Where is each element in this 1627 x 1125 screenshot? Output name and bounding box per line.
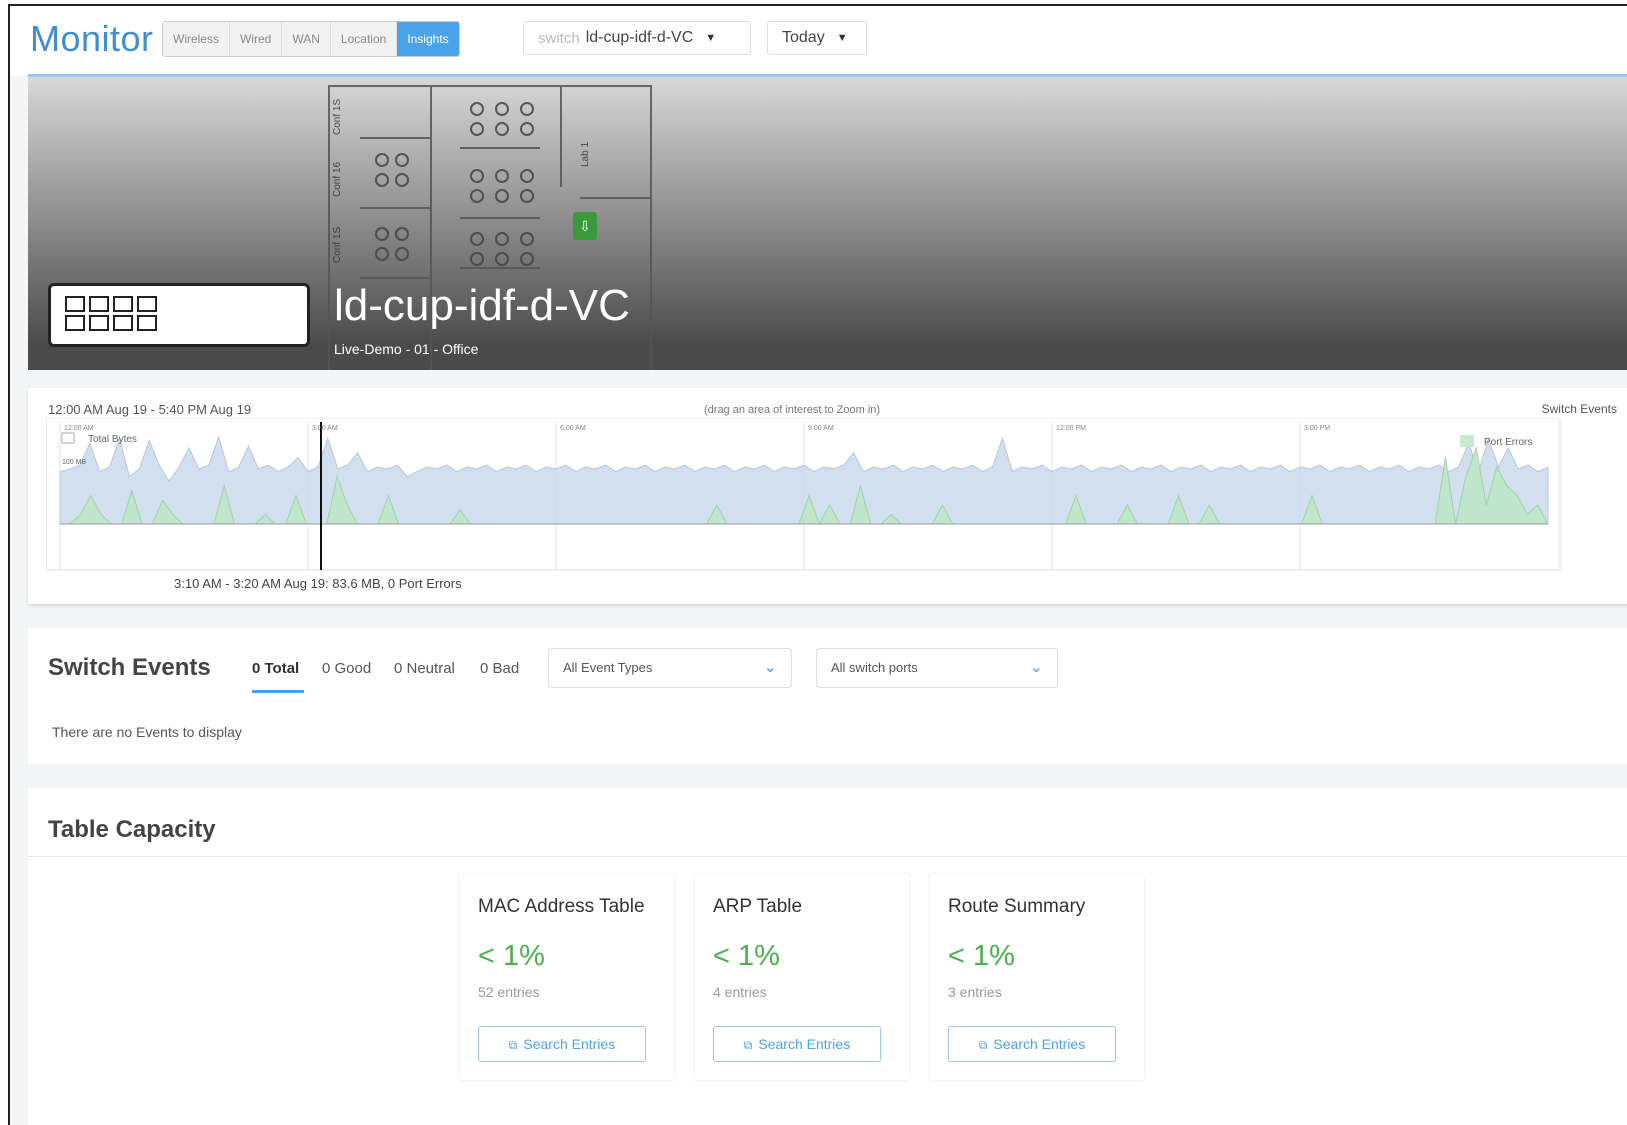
- chevron-down-icon: ⌄: [763, 659, 777, 676]
- tab-wireless[interactable]: Wireless: [163, 22, 231, 56]
- switch-dropdown[interactable]: switch ld-cup-idf-d-VC ▼: [523, 21, 751, 55]
- external-link-icon: ⧉: [508, 1038, 518, 1052]
- exit-sign-icon: ⇩: [573, 212, 597, 240]
- button-label: Search Entries: [758, 1036, 851, 1052]
- date-dropdown-value: Today: [782, 29, 825, 46]
- event-type-select[interactable]: All Event Types ⌄: [548, 648, 792, 688]
- events-total-filter[interactable]: 0 Total: [252, 660, 299, 677]
- external-link-icon: ⧉: [978, 1038, 988, 1052]
- table-capacity-title: Table Capacity: [48, 816, 216, 843]
- device-location: Live-Demo - 01 - Office: [334, 341, 479, 357]
- mac-table-card: MAC Address Table < 1% 52 entries ⧉ Searc…: [460, 874, 674, 1080]
- legend-total-bytes: Total Bytes: [88, 434, 137, 445]
- switch-dropdown-value: ld-cup-idf-d-VC: [585, 29, 694, 46]
- search-entries-button[interactable]: ⧉ Search Entries: [713, 1026, 881, 1062]
- room-label: Conf 16: [332, 161, 343, 197]
- switch-device-icon: [48, 283, 310, 347]
- device-hero: Conf 1S Conf 16 Conf 1S Lab 1 ⇩ ld-cup-i…: [28, 77, 1627, 370]
- events-good-filter[interactable]: 0 Good: [322, 660, 371, 677]
- room-label: Conf 1S: [332, 98, 343, 135]
- x-tick-label: 9:00 AM: [808, 425, 834, 432]
- x-tick-label: 3:00 AM: [312, 425, 338, 432]
- events-bad-filter[interactable]: 0 Bad: [480, 660, 519, 677]
- chevron-down-icon: ⌄: [1029, 659, 1043, 676]
- switch-events-label: Switch Events: [1541, 402, 1617, 416]
- timeline-range: 12:00 AM Aug 19 - 5:40 PM Aug 19: [48, 402, 252, 417]
- switch-events-title: Switch Events: [48, 654, 211, 681]
- capacity-percent: < 1%: [948, 940, 1015, 972]
- table-capacity-panel: Table Capacity MAC Address Table < 1% 52…: [28, 788, 1627, 1125]
- legend-swatch-port-errors: [1460, 435, 1474, 447]
- device-name: ld-cup-idf-d-VC: [334, 281, 630, 330]
- page-title: Monitor: [30, 18, 154, 59]
- switch-port-select-value: All switch ports: [831, 660, 918, 675]
- card-title: ARP Table: [713, 896, 803, 917]
- capacity-percent: < 1%: [478, 940, 545, 972]
- empty-events-message: There are no Events to display: [52, 724, 242, 740]
- tab-location[interactable]: Location: [330, 22, 398, 56]
- switch-events-panel: Switch Events 0 Total 0 Good 0 Neutral 0…: [28, 628, 1627, 764]
- entry-count: 52 entries: [478, 984, 540, 1000]
- header: Monitor Wireless Wired WAN Location Insi…: [10, 6, 1627, 76]
- tab-insights[interactable]: Insights: [397, 22, 459, 56]
- entry-count: 3 entries: [948, 984, 1002, 1000]
- x-tick-label: 6:00 AM: [560, 425, 586, 432]
- event-type-select-value: All Event Types: [563, 660, 653, 675]
- caret-down-icon: ▼: [836, 32, 848, 44]
- entry-count: 4 entries: [713, 984, 767, 1000]
- legend-port-errors: Port Errors: [1484, 437, 1532, 448]
- active-filter-underline: [252, 690, 304, 693]
- date-dropdown[interactable]: Today ▼: [767, 21, 867, 55]
- switch-dropdown-prefix: switch: [538, 29, 580, 47]
- tab-wired[interactable]: Wired: [230, 22, 283, 56]
- external-link-icon: ⧉: [743, 1038, 753, 1052]
- zoom-hint: (drag an area of interest to Zoom in): [704, 404, 881, 416]
- hover-readout: 3:10 AM - 3:20 AM Aug 19: 83.6 MB, 0 Por…: [174, 576, 462, 591]
- timeline-panel[interactable]: 12:00 AM Aug 19 - 5:40 PM Aug 19 (drag a…: [28, 388, 1627, 604]
- timeline-chart[interactable]: 12:00 AM 3:00 AM 6:00 AM 9:00 AM 12:00 PM 3:0…: [46, 418, 1562, 574]
- room-label: Conf 1S: [332, 226, 343, 263]
- room-label: Lab 1: [580, 141, 591, 167]
- arp-table-card: ARP Table < 1% 4 entries ⧉ Search Entries: [695, 874, 909, 1080]
- events-neutral-filter[interactable]: 0 Neutral: [394, 660, 455, 677]
- x-tick-label: 3:00 PM: [1304, 425, 1330, 432]
- y-tick-label: 100 MB: [62, 459, 86, 466]
- monitor-tabs: Wireless Wired WAN Location Insights: [162, 21, 460, 57]
- capacity-percent: < 1%: [713, 940, 780, 972]
- divider: [28, 856, 1627, 857]
- button-label: Search Entries: [993, 1036, 1086, 1052]
- monitor-page: Monitor Wireless Wired WAN Location Insi…: [8, 4, 1627, 1125]
- tab-wan[interactable]: WAN: [282, 22, 331, 56]
- switch-port-select[interactable]: All switch ports ⌄: [816, 648, 1058, 688]
- caret-down-icon: ▼: [705, 32, 717, 44]
- search-entries-button[interactable]: ⧉ Search Entries: [478, 1026, 646, 1062]
- search-entries-button[interactable]: ⧉ Search Entries: [948, 1026, 1116, 1062]
- x-tick-label: 12:00 PM: [1056, 425, 1086, 432]
- card-title: MAC Address Table: [478, 896, 645, 917]
- route-summary-card: Route Summary < 1% 3 entries ⧉ Search Ent…: [930, 874, 1144, 1080]
- x-tick-label: 12:00 AM: [64, 425, 94, 432]
- button-label: Search Entries: [523, 1036, 616, 1052]
- card-title: Route Summary: [948, 896, 1086, 917]
